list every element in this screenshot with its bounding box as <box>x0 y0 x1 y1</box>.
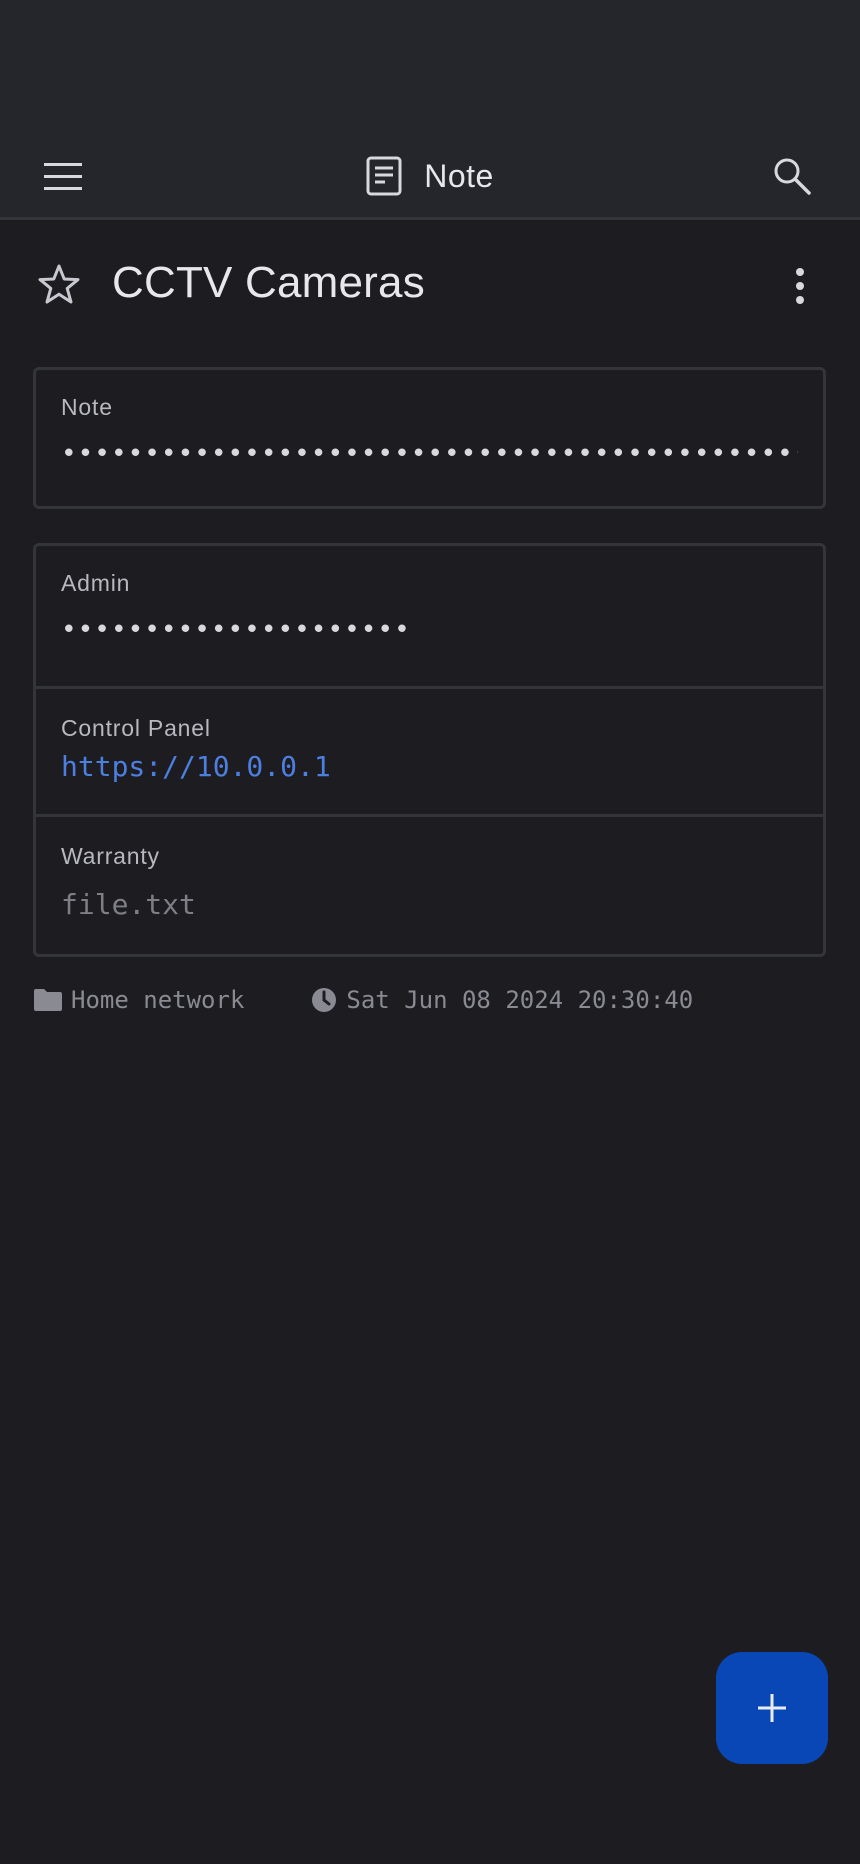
add-button[interactable] <box>716 1652 828 1764</box>
clock-icon <box>312 988 337 1012</box>
app-title: Note <box>0 148 860 204</box>
folder-icon <box>34 989 62 1011</box>
fields-card: Admin ••••••••••••••••••••• Control Pane… <box>33 543 826 957</box>
plus-icon <box>758 1694 786 1722</box>
field-control-panel[interactable]: Control Panel https://10.0.0.1 <box>36 686 823 814</box>
field-warranty[interactable]: Warranty file.txt <box>36 814 823 954</box>
app-bar: Note <box>0 134 860 220</box>
timestamp: Sat Jun 08 2024 20:30:40 <box>346 986 694 1014</box>
note-field-value[interactable]: ••••••••••••••••••••••••••••••••••••••••… <box>61 439 798 469</box>
item-header: CCTV Cameras <box>0 252 860 322</box>
item-title: CCTV Cameras <box>112 258 425 307</box>
search-icon <box>774 158 811 195</box>
folder-meta[interactable]: Home network <box>33 986 244 1014</box>
star-outline-icon <box>38 264 80 304</box>
field-control-panel-label: Control Panel <box>61 715 211 741</box>
more-vertical-icon <box>796 268 804 304</box>
note-icon <box>366 156 402 196</box>
status-bar <box>0 0 860 134</box>
search-button[interactable] <box>762 146 822 206</box>
app-title-text: Note <box>424 157 494 194</box>
folder-name: Home network <box>71 986 245 1014</box>
note-card: Note •••••••••••••••••••••••••••••••••••… <box>33 367 826 509</box>
field-admin[interactable]: Admin ••••••••••••••••••••• <box>36 546 823 686</box>
warranty-file[interactable]: file.txt <box>61 888 798 921</box>
note-field[interactable]: Note •••••••••••••••••••••••••••••••••••… <box>36 370 823 506</box>
field-admin-label: Admin <box>61 570 131 596</box>
timestamp-meta: Sat Jun 08 2024 20:30:40 <box>310 986 693 1014</box>
note-field-label: Note <box>61 394 113 420</box>
field-warranty-label: Warranty <box>61 843 160 869</box>
more-options-button[interactable] <box>766 262 814 314</box>
control-panel-link[interactable]: https://10.0.0.1 <box>61 750 798 783</box>
item-meta: Home network Sat Jun 08 2024 20:30:40 <box>33 986 693 1014</box>
favorite-button[interactable] <box>38 264 88 314</box>
field-admin-value[interactable]: ••••••••••••••••••••• <box>61 615 798 645</box>
